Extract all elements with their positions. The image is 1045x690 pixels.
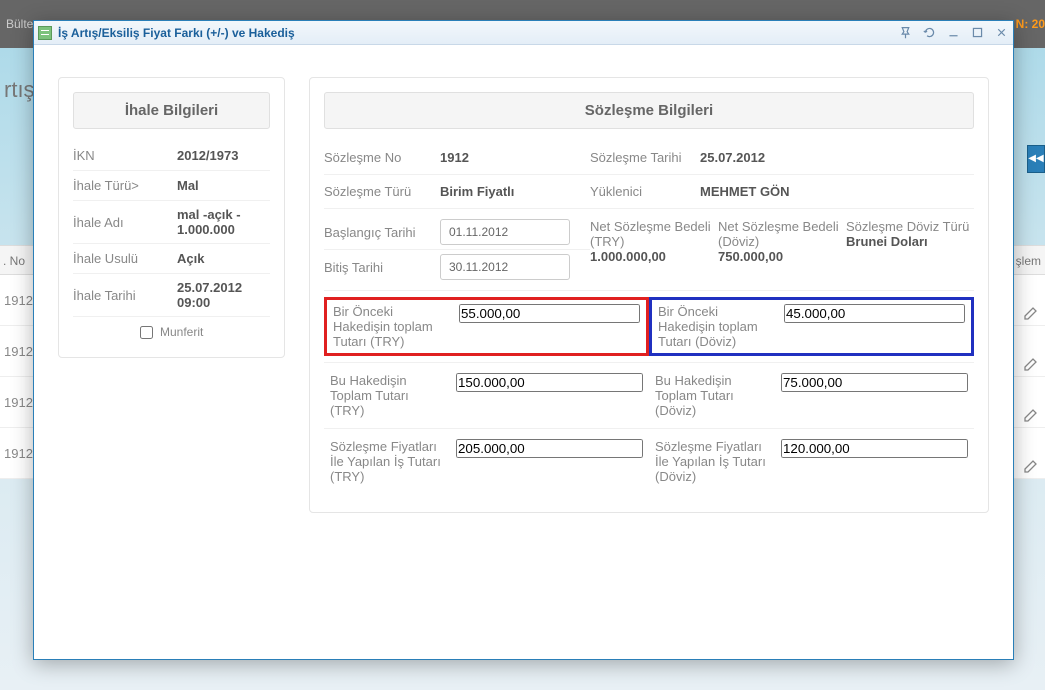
net-try-label: Net Sözleşme Bedeli (TRY) bbox=[590, 219, 718, 249]
prev-try-input[interactable] bbox=[459, 304, 640, 323]
ihale-panel-header: İhale Bilgileri bbox=[73, 92, 270, 129]
window-icon bbox=[38, 26, 52, 40]
ikn-label: İKN bbox=[73, 148, 177, 163]
cur-doviz-label: Bu Hakedişin Toplam Tutarı (Döviz) bbox=[655, 373, 771, 418]
yuklenici-value: MEHMET GÖN bbox=[700, 181, 974, 202]
soz-no-label: Sözleşme No bbox=[324, 147, 440, 168]
ihale-ad-value: mal -açık - 1.000.000 bbox=[177, 207, 270, 237]
cur-try-label: Bu Hakedişin Toplam Tutarı (TRY) bbox=[330, 373, 446, 418]
ihale-tarih-label: İhale Tarihi bbox=[73, 288, 177, 303]
refresh-icon[interactable] bbox=[921, 25, 937, 41]
ihale-panel: İhale Bilgileri İKN 2012/1973 İhale Türü… bbox=[58, 77, 285, 358]
sozlesme-panel-header: Sözleşme Bilgileri bbox=[324, 92, 974, 129]
window-title: İş Artış/Eksiliş Fiyat Farkı (+/-) ve Ha… bbox=[58, 26, 897, 40]
bg-row-val: 1912 bbox=[4, 395, 33, 410]
munferit-row: Munferit bbox=[73, 317, 270, 339]
soz-no-value: 1912 bbox=[440, 147, 590, 168]
cur-try-input[interactable] bbox=[456, 373, 643, 392]
work-try-label: Sözleşme Fiyatları İle Yapılan İş Tutarı… bbox=[330, 439, 446, 484]
prev-doviz-input[interactable] bbox=[784, 304, 965, 323]
bit-tarih-input[interactable] bbox=[440, 254, 570, 280]
sozlesme-panel: Sözleşme Bilgileri Sözleşme No 1912 Sözl… bbox=[309, 77, 989, 513]
pencil-icon[interactable] bbox=[1023, 393, 1039, 409]
pin-icon[interactable] bbox=[897, 25, 913, 41]
bg-row-val: 1912 bbox=[4, 344, 33, 359]
bg-scroll-button[interactable]: ◀◀ bbox=[1027, 145, 1045, 173]
net-try-value: 1.000.000,00 bbox=[590, 249, 718, 264]
yuklenici-label: Yüklenici bbox=[590, 181, 700, 202]
cur-doviz-input[interactable] bbox=[781, 373, 968, 392]
prev-try-highlight: Bir Önceki Hakedişin toplam Tutarı (TRY) bbox=[324, 297, 649, 356]
maximize-icon[interactable] bbox=[969, 25, 985, 41]
bit-tarih-label: Bitiş Tarihi bbox=[324, 260, 440, 275]
ihale-tur-value: Mal bbox=[177, 178, 270, 193]
ihale-tarih-value: 25.07.2012 09:00 bbox=[177, 280, 270, 310]
bg-row-val: 1912 bbox=[4, 293, 33, 308]
net-doviz-value: 750.000,00 bbox=[718, 249, 846, 264]
bas-tarih-label: Başlangıç Tarihi bbox=[324, 225, 440, 240]
doviz-tur-label: Sözleşme Döviz Türü bbox=[846, 219, 974, 234]
munferit-checkbox[interactable] bbox=[140, 326, 153, 339]
prev-try-label: Bir Önceki Hakedişin toplam Tutarı (TRY) bbox=[333, 304, 449, 349]
soz-tarih-label: Sözleşme Tarihi bbox=[590, 147, 700, 168]
pencil-icon[interactable] bbox=[1023, 444, 1039, 460]
close-icon[interactable] bbox=[993, 25, 1009, 41]
net-doviz-label: Net Sözleşme Bedeli (Döviz) bbox=[718, 219, 846, 249]
ihale-ad-label: İhale Adı bbox=[73, 215, 177, 230]
soz-tur-label: Sözleşme Türü bbox=[324, 181, 440, 202]
work-try-input[interactable] bbox=[456, 439, 643, 458]
pencil-icon[interactable] bbox=[1023, 291, 1039, 307]
titlebar-controls bbox=[897, 25, 1009, 41]
bg-list-header-right: şlem bbox=[1016, 246, 1041, 276]
soz-tarih-value: 25.07.2012 bbox=[700, 147, 974, 168]
prev-doviz-highlight: Bir Önceki Hakedişin toplam Tutarı (Dövi… bbox=[649, 297, 974, 356]
work-doviz-label: Sözleşme Fiyatları İle Yapılan İş Tutarı… bbox=[655, 439, 771, 484]
munferit-label: Munferit bbox=[160, 325, 203, 339]
bg-row-val: 1912 bbox=[4, 446, 33, 461]
titlebar[interactable]: İş Artış/Eksiliş Fiyat Farkı (+/-) ve Ha… bbox=[34, 21, 1013, 45]
doviz-tur-value: Brunei Doları bbox=[846, 234, 974, 249]
pencil-icon[interactable] bbox=[1023, 342, 1039, 358]
bg-topbar-right: N: 20 bbox=[1016, 0, 1045, 48]
ihale-usul-value: Açık bbox=[177, 251, 270, 266]
ikn-value: 2012/1973 bbox=[177, 148, 270, 163]
modal-window: İş Artış/Eksiliş Fiyat Farkı (+/-) ve Ha… bbox=[33, 20, 1014, 660]
bg-topbar-left: Bülte bbox=[6, 17, 33, 31]
soz-tur-value: Birim Fiyatlı bbox=[440, 181, 590, 202]
bg-list-header-left: . No bbox=[3, 254, 25, 268]
minimize-icon[interactable] bbox=[945, 25, 961, 41]
bas-tarih-input[interactable] bbox=[440, 219, 570, 245]
prev-doviz-label: Bir Önceki Hakedişin toplam Tutarı (Dövi… bbox=[658, 304, 774, 349]
work-doviz-input[interactable] bbox=[781, 439, 968, 458]
ihale-tur-label: İhale Türü> bbox=[73, 178, 177, 193]
ihale-usul-label: İhale Usulü bbox=[73, 251, 177, 266]
